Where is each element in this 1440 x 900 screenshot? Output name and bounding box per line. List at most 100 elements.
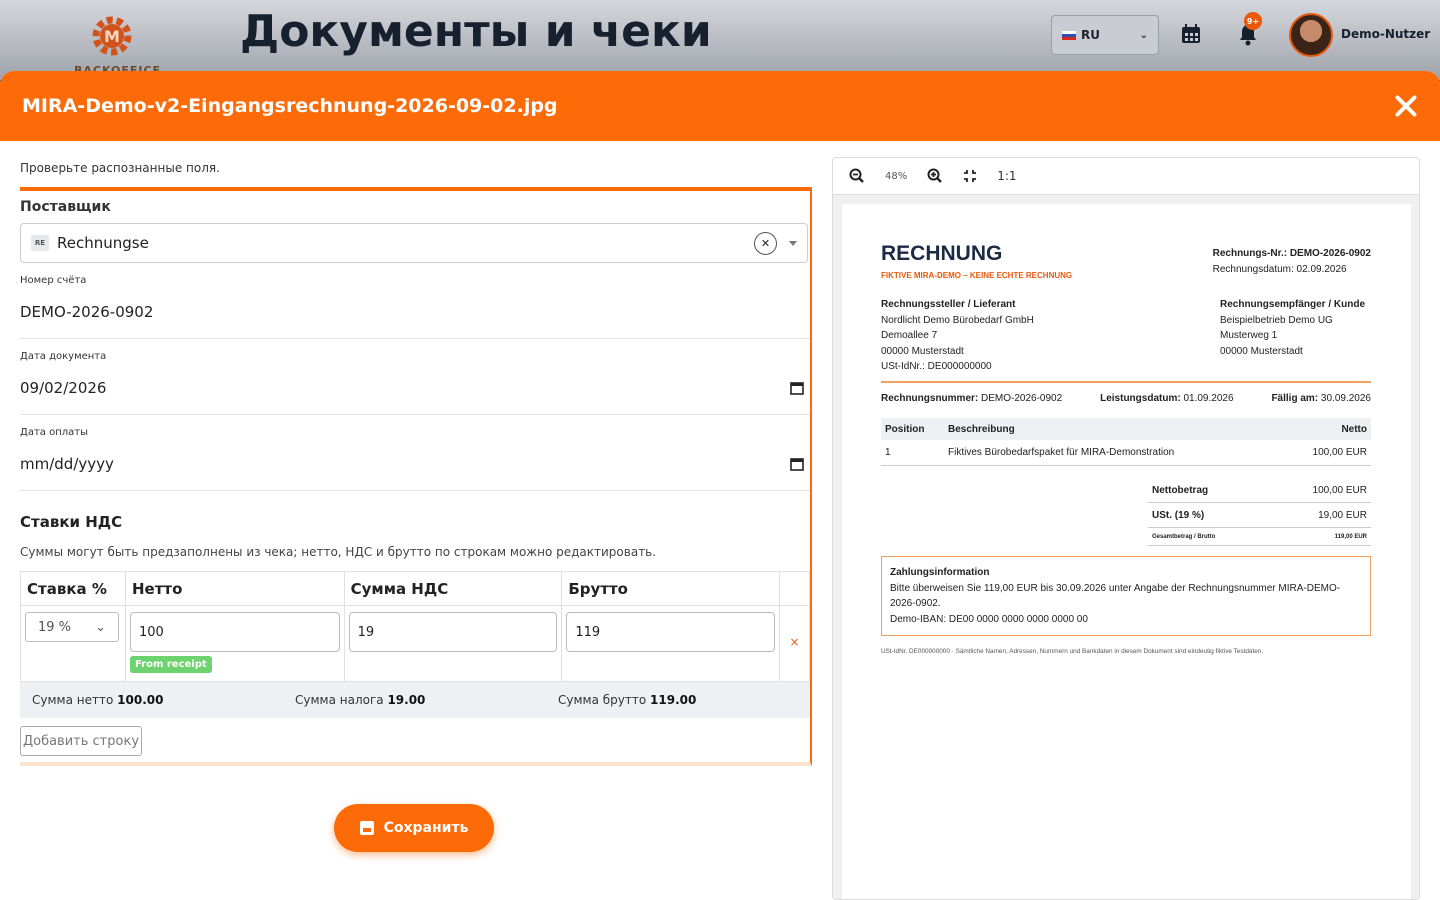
document-viewer: 48% 1:1 RECHNUNG FIKTIVE MIRA-DEMO – KEI… bbox=[832, 157, 1420, 900]
doc-seller-line: Nordlicht Demo Bürobedarf GmbH bbox=[881, 314, 1034, 326]
doc-ref-due-label: Fällig am: bbox=[1271, 393, 1319, 404]
doc-ref-service-label: Leistungsdatum: bbox=[1100, 393, 1181, 404]
calendar-icon[interactable] bbox=[790, 457, 804, 471]
vat-header-rate: Ставка % bbox=[20, 571, 126, 606]
invoice-number-label: Номер счёта bbox=[20, 275, 87, 286]
doc-meta-date: Rechnungsdatum: 02.09.2026 bbox=[1212, 264, 1347, 275]
doc-ref-service-value: 01.09.2026 bbox=[1183, 393, 1234, 404]
form-hint: Проверьте распознанные поля. bbox=[20, 161, 220, 175]
tax-input[interactable]: 19 bbox=[348, 612, 558, 652]
zoom-out-icon[interactable] bbox=[849, 168, 865, 184]
total-net: Сумма нетто 100.00 bbox=[20, 693, 283, 707]
doc-sum-gross: Gesamtbetrag / Brutto 119,00 EUR bbox=[1148, 528, 1371, 546]
doc-seller-head: Rechnungssteller / Lieferant bbox=[881, 299, 1016, 310]
user-name[interactable]: Demo-Nutzer bbox=[1341, 27, 1430, 41]
actual-size-button[interactable]: 1:1 bbox=[997, 169, 1016, 183]
gear-logo-icon[interactable]: M bbox=[88, 12, 136, 60]
document-modal: MIRA-Demo-v2-Eingangsrechnung-2026-09-02… bbox=[0, 71, 1440, 900]
doc-references: Rechnungsnummer: DEMO-2026-0902 Leistung… bbox=[881, 393, 1371, 404]
document-date-label: Дата документа bbox=[20, 351, 107, 362]
gross-input[interactable]: 119 bbox=[566, 612, 775, 652]
doc-pay-iban: Demo-IBAN: DE00 0000 0000 0000 0000 00 bbox=[890, 613, 1088, 625]
chevron-down-icon: ⌄ bbox=[95, 619, 106, 635]
doc-seller-line: 00000 Musterstadt bbox=[881, 345, 964, 357]
document-date-input[interactable]: 09/02/2026 bbox=[20, 379, 810, 397]
doc-th-position: Position bbox=[885, 423, 925, 435]
add-row-button[interactable]: Добавить строку bbox=[20, 726, 142, 756]
page-title: Документы и чеки bbox=[240, 6, 712, 57]
doc-sum-tax-label: USt. (19 %) bbox=[1152, 509, 1205, 521]
supplier-value: Rechnungse bbox=[57, 234, 149, 252]
total-gross: Сумма брутто 119.00 bbox=[546, 693, 809, 707]
doc-buyer-head: Rechnungsempfänger / Kunde bbox=[1220, 299, 1366, 310]
rate-value: 19 % bbox=[38, 619, 72, 635]
zoom-in-icon[interactable] bbox=[927, 168, 943, 184]
doc-subtitle: FIKTIVE MIRA-DEMO – KEINE ECHTE RECHNUNG bbox=[881, 271, 1073, 280]
review-form: Проверьте распознанные поля. Поставщик R… bbox=[20, 161, 812, 766]
doc-sum-net-value: 100,00 EUR bbox=[1312, 484, 1367, 496]
doc-buyer: Rechnungsempfänger / Kunde Beispielbetri… bbox=[1220, 297, 1365, 359]
floppy-disk-icon bbox=[359, 821, 374, 835]
supplier-label: Поставщик bbox=[20, 199, 111, 215]
delete-row-icon[interactable]: × bbox=[784, 612, 805, 672]
supplier-select[interactable]: RE Rechnungse ✕ bbox=[20, 223, 808, 263]
doc-buyer-line: 00000 Musterstadt bbox=[1220, 345, 1303, 357]
avatar[interactable] bbox=[1289, 13, 1333, 57]
flag-ru-icon bbox=[1062, 30, 1076, 40]
doc-th-description: Beschreibung bbox=[948, 423, 1015, 435]
total-gross-label: Сумма брутто bbox=[558, 693, 647, 707]
close-icon[interactable] bbox=[1394, 94, 1418, 118]
doc-table-header: Position Beschreibung Netto bbox=[881, 418, 1371, 440]
doc-sum-gross-label: Gesamtbetrag / Brutto bbox=[1152, 533, 1216, 540]
doc-th-net: Netto bbox=[1341, 423, 1367, 435]
calendar-icon[interactable] bbox=[1181, 24, 1201, 44]
doc-meta: Rechnungs-Nr.: DEMO-2026-0902 Rechnungsd… bbox=[1213, 246, 1371, 278]
chevron-down-icon[interactable] bbox=[789, 240, 797, 246]
invoice-number-input[interactable]: DEMO-2026-0902 bbox=[20, 303, 810, 321]
notification-badge: 9+ bbox=[1244, 12, 1262, 30]
vat-header-actions bbox=[778, 571, 811, 606]
svg-text:M: M bbox=[104, 27, 120, 46]
zoom-level: 48% bbox=[885, 170, 908, 182]
save-button-label: Сохранить bbox=[383, 820, 469, 836]
rate-select[interactable]: 19 % ⌄ bbox=[25, 612, 119, 642]
language-select[interactable]: RU ⌄ bbox=[1051, 15, 1159, 55]
vat-header-net: Нетто bbox=[124, 571, 345, 606]
invoice-number-field[interactable]: Номер счёта DEMO-2026-0902 bbox=[20, 263, 810, 339]
fit-screen-icon[interactable] bbox=[963, 169, 977, 183]
clear-icon[interactable]: ✕ bbox=[754, 231, 777, 255]
viewer-toolbar: 48% 1:1 bbox=[833, 158, 1419, 195]
doc-ref-due: Fällig am: 30.09.2026 bbox=[1271, 393, 1371, 404]
doc-sum-net-label: Nettobetrag bbox=[1152, 484, 1209, 496]
modal-title: MIRA-Demo-v2-Eingangsrechnung-2026-09-02… bbox=[22, 95, 558, 117]
document-page: RECHNUNG FIKTIVE MIRA-DEMO – KEINE ECHTE… bbox=[842, 204, 1411, 899]
calendar-icon[interactable] bbox=[790, 381, 804, 395]
doc-summary: Nettobetrag 100,00 EUR USt. (19 %) 19,00 E… bbox=[1148, 478, 1371, 546]
doc-td-position: 1 bbox=[885, 447, 891, 458]
doc-buyer-line: Beispielbetrieb Demo UG bbox=[1220, 314, 1333, 326]
table-row: 19 % ⌄ 100 From receipt 19 119 × bbox=[20, 605, 811, 682]
doc-title: RECHNUNG bbox=[881, 242, 1003, 265]
save-button[interactable]: Сохранить bbox=[334, 804, 494, 852]
doc-sum-tax-value: 19,00 EUR bbox=[1318, 509, 1367, 521]
doc-ref-number-label: Rechnungsnummer: bbox=[881, 393, 979, 404]
doc-divider bbox=[881, 381, 1371, 383]
document-date-field[interactable]: Дата документа 09/02/2026 bbox=[20, 339, 810, 415]
doc-line-items: Position Beschreibung Netto 1 Fiktives B… bbox=[881, 418, 1371, 466]
vat-table: Ставка % Нетто Сумма НДС Брутто 19 % ⌄ 10… bbox=[20, 571, 811, 682]
net-input[interactable]: 100 bbox=[129, 612, 340, 652]
total-net-value: 100.00 bbox=[117, 693, 164, 707]
doc-seller-line: USt-IdNr.: DE000000000 bbox=[881, 361, 992, 373]
doc-sum-tax: USt. (19 %) 19,00 EUR bbox=[1148, 503, 1371, 528]
total-tax-value: 19.00 bbox=[387, 693, 426, 707]
doc-ref-number: Rechnungsnummer: DEMO-2026-0902 bbox=[881, 393, 1062, 404]
total-gross-value: 119.00 bbox=[650, 693, 697, 707]
table-row: 1 Fiktives Bürobedarfspaket für MIRA-Dem… bbox=[881, 440, 1371, 466]
form-card: Поставщик RE Rechnungse ✕ Номер счёта DE… bbox=[20, 187, 812, 766]
payment-date-field[interactable]: Дата оплаты mm/dd/yyyy bbox=[20, 415, 810, 491]
doc-meta-number: Rechnungs-Nr.: DEMO-2026-0902 bbox=[1212, 248, 1371, 259]
payment-date-input[interactable]: mm/dd/yyyy bbox=[20, 455, 810, 473]
doc-td-description: Fiktives Bürobedarfspaket für MIRA-Demon… bbox=[948, 447, 1175, 458]
total-net-label: Сумма нетто bbox=[32, 693, 114, 707]
doc-pay-text: Bitte überweisen Sie 119,00 EUR bis 30.0… bbox=[890, 582, 1341, 610]
